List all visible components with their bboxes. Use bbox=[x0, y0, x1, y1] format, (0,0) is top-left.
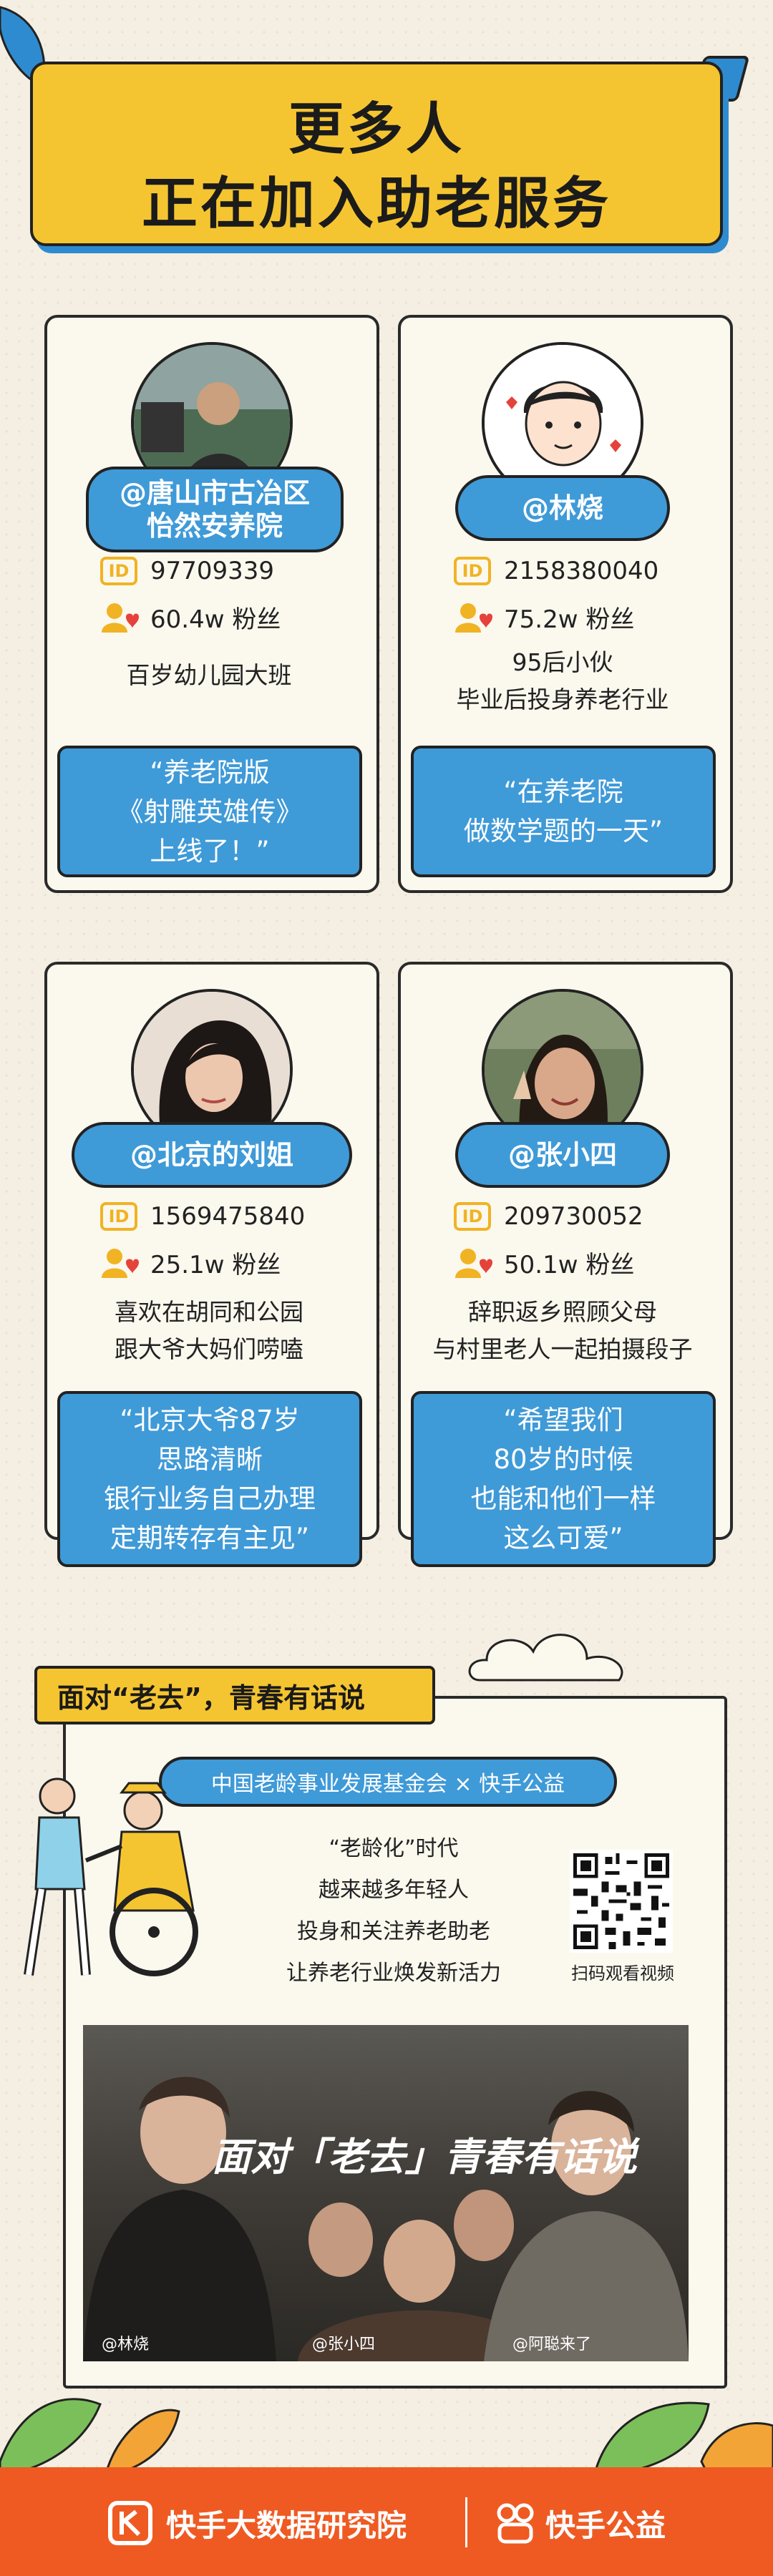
fans-icon bbox=[455, 1248, 492, 1278]
id-icon: ID bbox=[454, 1202, 491, 1231]
creator-id: 2158380040 bbox=[504, 557, 659, 585]
creator-name[interactable]: @张小四 bbox=[455, 1122, 670, 1188]
creator-name[interactable]: @唐山市古冶区 怡然安养院 bbox=[86, 467, 344, 552]
video-thumbnail[interactable]: 面对「老去」青春有话说 @林烧 @张小四 @阿聪来了 bbox=[83, 2025, 689, 2361]
footer-brand-gongyi: 快手公益 bbox=[545, 2508, 666, 2543]
campaign-line: “老龄化”时代 bbox=[329, 1836, 459, 1861]
campaign-line: 投身和关注养老助老 bbox=[297, 1919, 490, 1944]
video-photo-graphic bbox=[83, 2077, 689, 2361]
id-row: ID 97709339 bbox=[100, 557, 274, 585]
creator-quote: “养老院版 《射雕英雄传》 上线了！” bbox=[57, 746, 362, 877]
creator-quote: “北京大爷87岁 思路清晰 银行业务自己办理 定期转存有主见” bbox=[57, 1391, 362, 1567]
creator-description: 百岁幼儿园大班 bbox=[126, 661, 292, 689]
campaign-line: 让养老行业焕发新活力 bbox=[286, 1961, 501, 1986]
qr-code[interactable] bbox=[570, 1850, 673, 1953]
creator-description: 辞职返乡照顾父母 与村里老人一起拍摄段子 bbox=[432, 1298, 693, 1363]
creator-id: 209730052 bbox=[504, 1202, 643, 1231]
creator-fans: 50.1w 粉丝 bbox=[504, 1251, 635, 1279]
id-row: ID 2158380040 bbox=[454, 557, 658, 585]
campaign-tag: 面对“老去”，青春有话说 bbox=[34, 1666, 435, 1724]
creator-fans: 25.1w 粉丝 bbox=[150, 1251, 281, 1279]
id-icon: ID bbox=[100, 557, 137, 585]
header-banner: 更多人 正在加入助老服务 bbox=[30, 62, 723, 246]
campaign-line: 越来越多年轻人 bbox=[319, 1878, 469, 1903]
creator-name[interactable]: @北京的刘姐 bbox=[72, 1122, 352, 1188]
creator-fans: 60.4w 粉丝 bbox=[150, 605, 281, 634]
fans-row: 60.4w 粉丝 bbox=[100, 600, 281, 635]
foliage-decoration-icon bbox=[0, 2398, 773, 2476]
fans-row: 50.1w 粉丝 bbox=[454, 1245, 634, 1280]
creator-description: 95后小伙 毕业后投身养老行业 bbox=[456, 648, 669, 713]
fans-row: 25.1w 粉丝 bbox=[100, 1245, 281, 1280]
cloud-icon bbox=[468, 1634, 623, 1682]
header-title-line1: 更多人 bbox=[288, 97, 465, 162]
creator-id: 97709339 bbox=[150, 557, 275, 585]
id-icon: ID bbox=[454, 557, 491, 585]
footer-divider bbox=[465, 2497, 467, 2547]
id-row: ID 209730052 bbox=[454, 1202, 643, 1231]
campaign-text: “老龄化”时代 越来越多年轻人 投身和关注养老助老 让养老行业焕发新活力 bbox=[258, 1828, 530, 1994]
id-icon: ID bbox=[100, 1202, 137, 1231]
fans-icon bbox=[455, 602, 492, 633]
creator-name[interactable]: @林烧 bbox=[455, 475, 670, 541]
id-row: ID 1569475840 bbox=[100, 1202, 305, 1231]
fans-icon bbox=[102, 602, 139, 633]
creator-id: 1569475840 bbox=[150, 1202, 306, 1231]
kuaishou-logo-icon bbox=[108, 2501, 152, 2545]
creator-description: 喜欢在胡同和公园 跟大爷大妈们唠嗑 bbox=[115, 1298, 303, 1363]
header-title-line2: 正在加入助老服务 bbox=[141, 172, 611, 236]
footer-brand-research: 快手大数据研究院 bbox=[166, 2508, 407, 2543]
creator-quote: “希望我们 80岁的时候 也能和他们一样 这么可爱” bbox=[411, 1391, 716, 1567]
kuaishou-gongyi-logo-icon bbox=[497, 2503, 534, 2544]
footer-bar: 快手大数据研究院 快手公益 bbox=[0, 2467, 773, 2576]
creator-quote: “在养老院 做数学题的一天” bbox=[411, 746, 716, 877]
wheelchair-illustration-icon bbox=[24, 1777, 198, 1976]
qr-label: 扫码观看视频 bbox=[571, 1963, 674, 1984]
fans-icon bbox=[102, 1248, 139, 1278]
fans-row: 75.2w 粉丝 bbox=[454, 600, 634, 635]
video-title: 面对「老去」青春有话说 bbox=[212, 2135, 637, 2180]
creator-fans: 75.2w 粉丝 bbox=[504, 605, 635, 634]
